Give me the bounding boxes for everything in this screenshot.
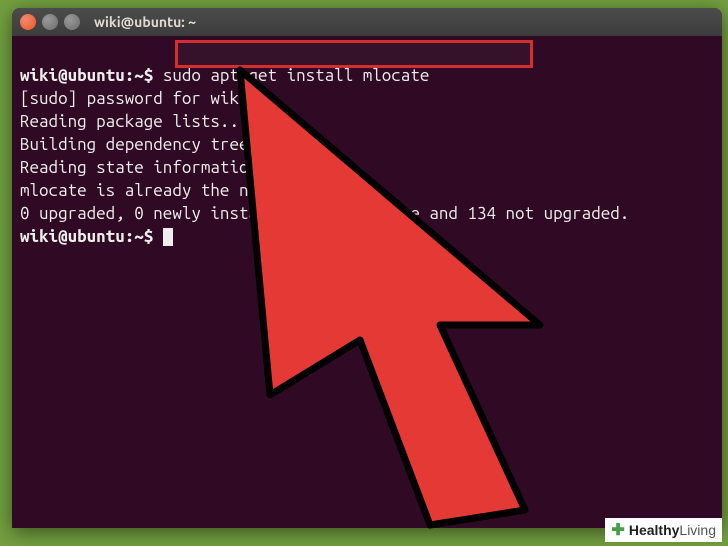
output-line: Reading state information... Done	[20, 158, 334, 177]
minimize-icon[interactable]	[42, 14, 58, 30]
close-icon[interactable]	[20, 14, 36, 30]
watermark-badge: ✚ HealthyLiving	[605, 518, 722, 542]
watermark-brand-2: Living	[679, 522, 716, 538]
window-controls	[20, 14, 80, 30]
terminal-window: wiki@ubuntu: ~ wiki@ubuntu:~$ sudo apt-g…	[12, 8, 722, 528]
maximize-icon[interactable]	[64, 14, 80, 30]
output-line: Reading package lists... Done	[20, 112, 296, 131]
window-titlebar[interactable]: wiki@ubuntu: ~	[12, 8, 722, 36]
output-line: 0 upgraded, 0 newly installed, 0 to remo…	[20, 204, 629, 223]
output-line: Building dependency tree	[20, 135, 248, 154]
watermark-brand-1: Healthy	[629, 522, 680, 538]
command-text: sudo apt-get install mlocate	[163, 66, 430, 85]
plus-icon: ✚	[611, 520, 624, 540]
terminal-body[interactable]: wiki@ubuntu:~$ sudo apt-get install mloc…	[12, 36, 722, 277]
output-line: mlocate is already the newest version.	[20, 181, 382, 200]
shell-prompt: wiki@ubuntu:~$	[20, 227, 153, 246]
window-title: wiki@ubuntu: ~	[94, 14, 196, 30]
output-line: [sudo] password for wiki:	[20, 89, 258, 108]
cursor-icon	[163, 228, 173, 246]
shell-prompt: wiki@ubuntu:~$	[20, 66, 153, 85]
